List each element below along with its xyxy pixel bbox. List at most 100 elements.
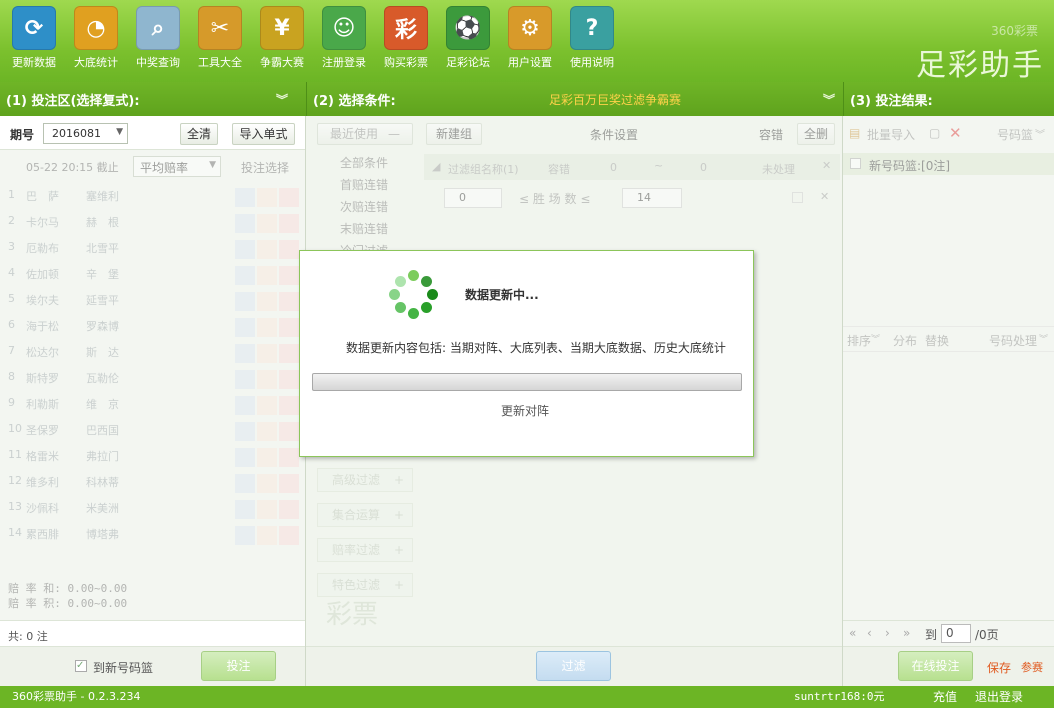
save-link[interactable]: 保存 — [987, 659, 1011, 676]
next-page-icon[interactable]: › — [885, 626, 890, 640]
bet-draw-box[interactable] — [257, 448, 277, 467]
adv-filter-button[interactable]: 赔率过滤 + — [317, 538, 413, 562]
bet-draw-box[interactable] — [257, 370, 277, 389]
to-basket-checkbox[interactable]: ✓ — [75, 660, 87, 672]
promo-link[interactable]: 足彩百万巨奖过滤争霸赛 — [549, 91, 681, 108]
bet-loss-box[interactable] — [279, 344, 299, 363]
bet-button[interactable]: 投注 — [201, 651, 276, 681]
condition-item[interactable]: 末赔连错 — [340, 220, 388, 237]
import-icon[interactable]: ▤ — [849, 126, 860, 140]
new-basket-icon[interactable]: ▢ — [929, 126, 940, 140]
replace-button[interactable]: 替换 — [925, 332, 949, 349]
bet-loss-box[interactable] — [279, 422, 299, 441]
bet-draw-box[interactable] — [257, 188, 277, 207]
prev-page-icon[interactable]: ‹ — [867, 626, 872, 640]
distribution-button[interactable]: 分布 — [893, 332, 917, 349]
bet-win-box[interactable] — [235, 214, 255, 233]
batch-import-button[interactable]: 批量导入 — [867, 126, 915, 143]
filter-button[interactable]: 过滤 — [536, 651, 611, 681]
basket-item[interactable]: 新号码篮:[0注] — [843, 153, 1054, 175]
toolbar-refresh-button[interactable]: ⟳ 更新数据 — [4, 6, 64, 70]
condition-item[interactable]: 全部条件 — [340, 154, 388, 171]
period-select[interactable]: 2016081 ▼ — [43, 123, 128, 144]
toolbar-coin-button[interactable]: ¥ 争霸大赛 — [252, 6, 312, 70]
bet-win-box[interactable] — [235, 240, 255, 259]
recent-used-button[interactable]: 最近使用 — — [317, 123, 413, 145]
bet-draw-box[interactable] — [257, 240, 277, 259]
number-process-button[interactable]: 号码处理 — [989, 332, 1037, 349]
bet-loss-box[interactable] — [279, 214, 299, 233]
bet-win-box[interactable] — [235, 370, 255, 389]
bet-win-box[interactable] — [235, 474, 255, 493]
close-icon[interactable]: ✕ — [822, 159, 831, 172]
bet-win-box[interactable] — [235, 292, 255, 311]
page-input[interactable]: 0 — [941, 624, 971, 643]
sort-button[interactable]: 排序 — [847, 332, 871, 349]
bet-draw-box[interactable] — [257, 526, 277, 545]
delete-icon[interactable]: ✕ — [949, 124, 962, 142]
bet-win-box[interactable] — [235, 344, 255, 363]
bet-loss-box[interactable] — [279, 526, 299, 545]
new-group-button[interactable]: 新建组 — [426, 123, 482, 145]
first-page-icon[interactable]: « — [849, 626, 856, 640]
online-bet-button[interactable]: 在线投注 — [898, 651, 973, 681]
bet-draw-box[interactable] — [257, 318, 277, 337]
bet-loss-box[interactable] — [279, 448, 299, 467]
toolbar-pie-chart-button[interactable]: ◔ 大底统计 — [66, 6, 126, 70]
checkbox[interactable] — [850, 158, 861, 169]
toolbar-forum-button[interactable]: ⚽ 足彩论坛 — [438, 6, 498, 70]
import-single-button[interactable]: 导入单式 — [232, 123, 295, 145]
bet-loss-box[interactable] — [279, 266, 299, 285]
bet-loss-box[interactable] — [279, 370, 299, 389]
bet-loss-box[interactable] — [279, 396, 299, 415]
chevron-down-icon[interactable]: ︾ — [823, 91, 835, 108]
bet-loss-box[interactable] — [279, 318, 299, 337]
bet-draw-box[interactable] — [257, 396, 277, 415]
bet-draw-box[interactable] — [257, 344, 277, 363]
bet-draw-box[interactable] — [257, 266, 277, 285]
logout-link[interactable]: 退出登录 — [975, 686, 1023, 708]
delete-all-button[interactable]: 全删 — [797, 123, 835, 145]
bet-win-box[interactable] — [235, 188, 255, 207]
adv-filter-button[interactable]: 集合运算 + — [317, 503, 413, 527]
bet-draw-box[interactable] — [257, 292, 277, 311]
bet-win-box[interactable] — [235, 266, 255, 285]
join-link[interactable]: 参赛 — [1021, 659, 1043, 675]
clear-all-button[interactable]: 全清 — [180, 123, 218, 145]
tolerance-from[interactable]: 0 — [610, 161, 617, 174]
bet-win-box[interactable] — [235, 396, 255, 415]
toolbar-help-button[interactable]: ? 使用说明 — [562, 6, 622, 70]
last-page-icon[interactable]: » — [903, 626, 910, 640]
expand-icon[interactable]: ◢ — [432, 160, 440, 173]
max-select[interactable]: 14 — [622, 188, 682, 208]
condition-item[interactable]: 首赔连错 — [340, 176, 388, 193]
chevron-down-icon[interactable]: ︾ — [276, 91, 288, 108]
tolerance-to[interactable]: 0 — [700, 161, 707, 174]
min-select[interactable]: 0 — [444, 188, 502, 208]
bet-loss-box[interactable] — [279, 474, 299, 493]
bet-win-box[interactable] — [235, 318, 255, 337]
toolbar-lottery-button[interactable]: 彩购买彩票 — [376, 6, 436, 70]
bet-loss-box[interactable] — [279, 500, 299, 519]
bet-win-box[interactable] — [235, 448, 255, 467]
adv-filter-button[interactable]: 高级过滤 + — [317, 468, 413, 492]
bet-draw-box[interactable] — [257, 500, 277, 519]
odds-select[interactable]: 平均赔率 ▼ — [133, 156, 221, 177]
bet-win-box[interactable] — [235, 500, 255, 519]
bet-loss-box[interactable] — [279, 292, 299, 311]
basket-dropdown[interactable]: 号码篮 — [997, 126, 1033, 143]
checkbox[interactable] — [792, 192, 803, 203]
bet-win-box[interactable] — [235, 422, 255, 441]
bet-loss-box[interactable] — [279, 240, 299, 259]
recharge-link[interactable]: 充值 — [933, 686, 957, 708]
bet-loss-box[interactable] — [279, 188, 299, 207]
toolbar-gear-button[interactable]: ⚙ 用户设置 — [500, 6, 560, 70]
close-icon[interactable]: ✕ — [820, 190, 829, 203]
condition-item[interactable]: 次赔连错 — [340, 198, 388, 215]
toolbar-magnifier-button[interactable]: ⌕ 中奖查询 — [128, 6, 188, 70]
toolbar-user-button[interactable]: ☺ 注册登录 — [314, 6, 374, 70]
bet-win-box[interactable] — [235, 526, 255, 545]
bet-draw-box[interactable] — [257, 214, 277, 233]
toolbar-tools-button[interactable]: ✂ 工具大全 — [190, 6, 250, 70]
bet-draw-box[interactable] — [257, 474, 277, 493]
